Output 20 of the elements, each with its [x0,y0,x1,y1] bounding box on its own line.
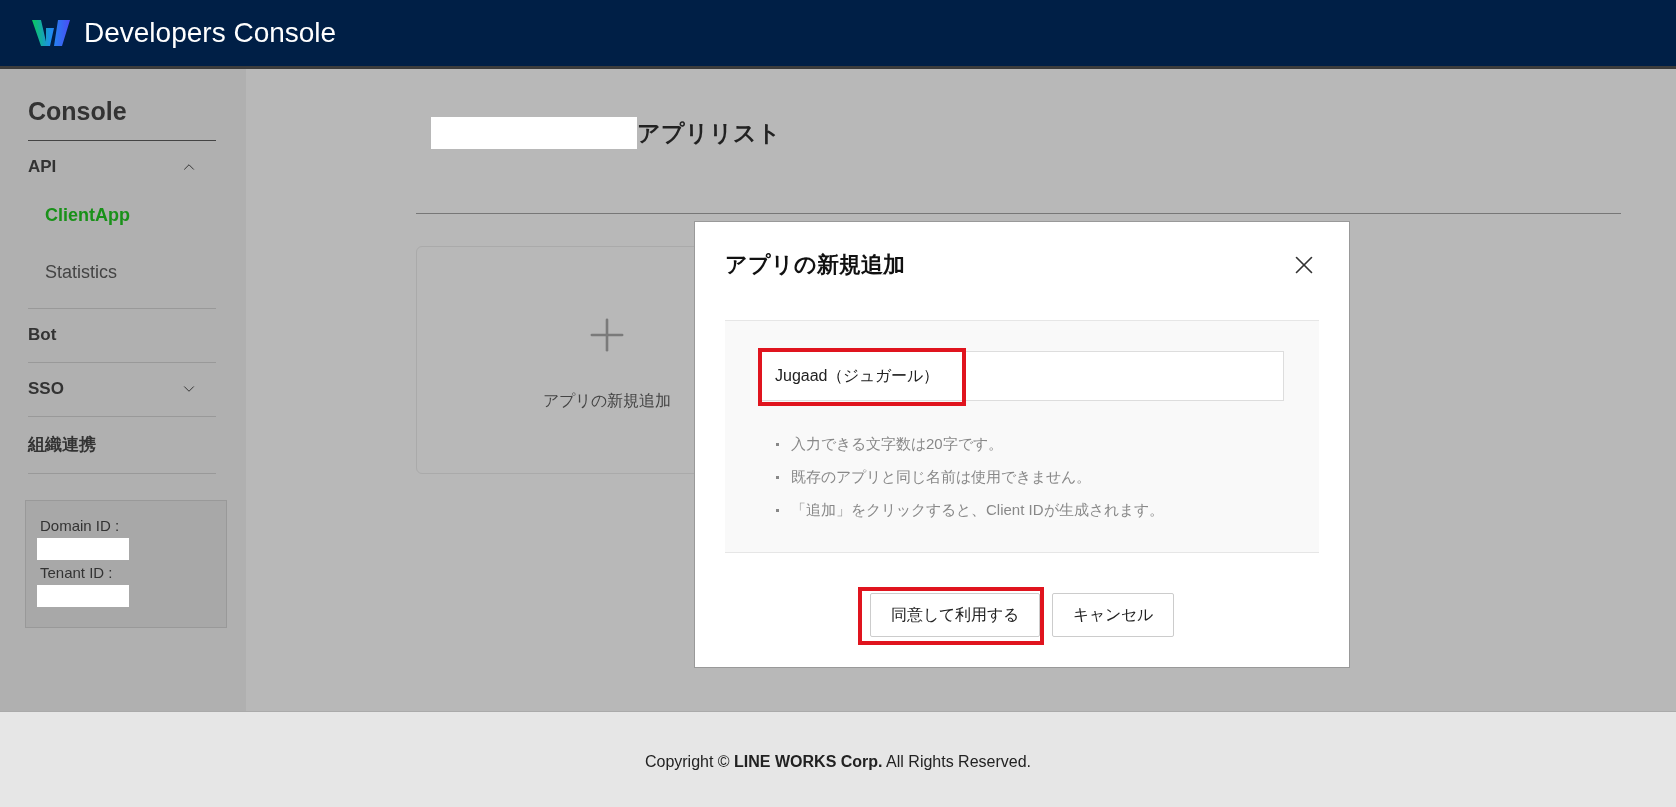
bullet-icon [776,443,779,446]
sidebar-item[interactable]: API [28,157,57,177]
name-field[interactable]: Jugaad（ジュガール） [760,351,1284,401]
bullet-icon [776,509,779,512]
sidebar-item[interactable]: SSO [28,379,64,399]
sidebar-item[interactable]: Bot [28,325,57,345]
sidebar-title: Console [28,97,216,141]
card-label: アプリの新規追加 [543,390,671,411]
info-label: Domain ID : [40,517,121,534]
info-label: Tenant ID : [40,564,114,581]
dialog-button[interactable]: 同意して利用する [870,593,1040,637]
copyright-text: Copyright © LINE WORKS Corp. All Rights Reserved. [644,753,1032,771]
sidebar-subitem[interactable]: Statistics [28,234,216,291]
logo-icon [32,18,70,48]
app-title: Developers Console [84,17,337,49]
dialog-button[interactable]: キャンセル [1052,593,1174,637]
page-title: アプリリスト [637,118,781,148]
hint-text: 「追加」をクリックすると、Client IDが生成されます。 [791,501,1164,520]
bullet-icon [776,476,779,479]
sidebar-item[interactable]: 組織連携 [28,433,96,456]
